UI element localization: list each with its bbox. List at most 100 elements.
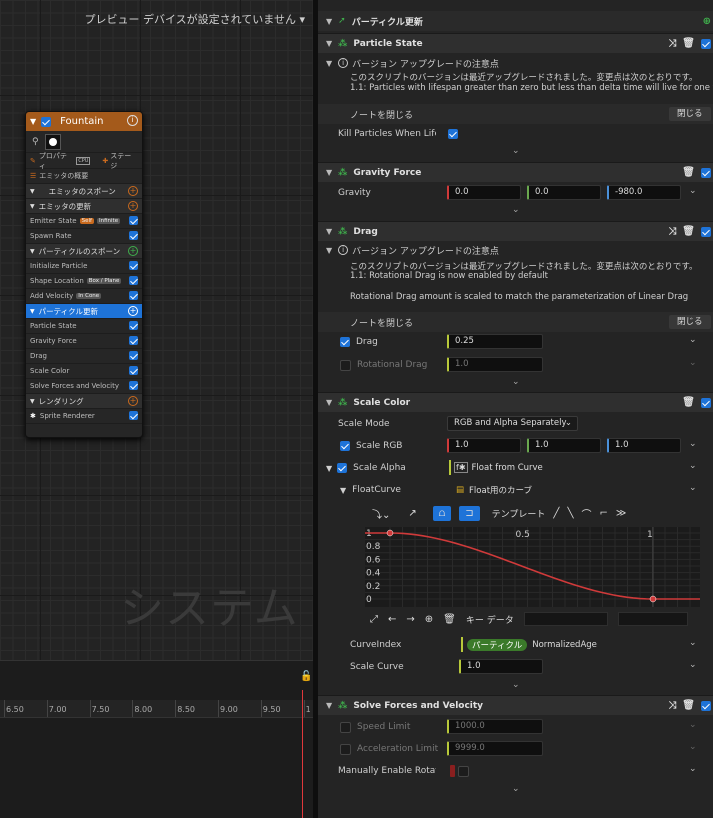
node-row-checkbox[interactable]: [129, 351, 138, 360]
tab-stage[interactable]: ステージ: [110, 151, 138, 171]
add-stage-icon[interactable]: ✚: [102, 157, 108, 165]
node-row[interactable]: ☰ エミッタの概要: [26, 169, 142, 184]
delete-icon[interactable]: 🗑: [682, 167, 695, 178]
module-header-solve-forces[interactable]: ▼ ⁂ Solve Forces and Velocity ⤨ 🗑: [318, 695, 713, 715]
previous-key-icon[interactable]: ←: [388, 614, 396, 625]
module-enabled-checkbox[interactable]: [701, 167, 711, 178]
curve-index-input[interactable]: パーティクル NormalizedAge: [461, 637, 597, 652]
preview-device-dropdown[interactable]: プレビュー デバイスが設定されていません ▾: [84, 11, 305, 27]
key-data-field-2[interactable]: [617, 612, 688, 626]
version-note-header[interactable]: ▼ i バージョン アップグレードの注意点: [318, 56, 713, 70]
add-module-icon[interactable]: +: [128, 396, 138, 406]
chevron-down-icon[interactable]: ⌄: [689, 461, 697, 471]
scale-rgb-b-field[interactable]: 1.0: [607, 438, 681, 453]
collapse-arrow-icon[interactable]: ▼: [326, 701, 332, 710]
node-row-checkbox[interactable]: [129, 366, 138, 375]
node-row[interactable]: ▼ レンダリング +: [26, 394, 142, 409]
gravity-y-field[interactable]: 0.0: [527, 185, 601, 200]
rotational-drag-checkbox[interactable]: [340, 359, 351, 371]
curve-mode-user-icon[interactable]: ⊐: [459, 505, 480, 521]
collapse-arrow-icon[interactable]: ▼: [30, 188, 35, 195]
collapse-arrow-icon[interactable]: ▼: [326, 246, 332, 255]
system-graph-canvas[interactable]: プレビュー デバイスが設定されていません ▾ システム ▼ Fountain i…: [0, 0, 313, 660]
add-module-icon[interactable]: +: [128, 186, 138, 196]
node-row-checkbox[interactable]: [129, 276, 138, 285]
expand-advanced-chevron-icon[interactable]: ⌄: [512, 680, 520, 690]
float-curve-asset[interactable]: ▤ Float用のカーブ: [456, 482, 532, 497]
module-enabled-checkbox[interactable]: [701, 700, 711, 711]
node-row-checkbox[interactable]: [129, 336, 138, 345]
lock-icon[interactable]: 🔓: [300, 671, 312, 682]
add-key-icon[interactable]: ⊕: [425, 614, 433, 625]
info-icon[interactable]: i: [127, 115, 138, 126]
collapse-arrow-icon[interactable]: ▼: [326, 398, 332, 407]
node-row-checkbox[interactable]: [129, 381, 138, 390]
node-row[interactable]: Initialize Particle: [26, 259, 142, 274]
chevron-down-icon[interactable]: ⌄: [689, 742, 697, 752]
curve-template-linear-icon[interactable]: ╱: [553, 508, 559, 519]
node-row[interactable]: ✱ Sprite Renderer: [26, 409, 142, 424]
drag-value-field[interactable]: 0.25: [447, 334, 543, 349]
module-enabled-checkbox[interactable]: [701, 397, 711, 408]
module-header-particle-state[interactable]: ▼ ⁂ Particle State ⤨ 🗑: [318, 33, 713, 53]
chevron-down-icon[interactable]: ⌄: [689, 439, 697, 449]
node-row-checkbox[interactable]: [129, 216, 138, 225]
shuffle-icon[interactable]: ⤨: [668, 700, 676, 711]
node-row-checkbox[interactable]: [129, 231, 138, 240]
chevron-down-icon[interactable]: ⌄: [689, 483, 697, 493]
delete-icon[interactable]: 🗑: [682, 700, 695, 711]
speed-limit-checkbox[interactable]: [340, 721, 351, 733]
float-curve-graph[interactable]: 1 0.8 0.6 0.4 0.2 0 0.5 1: [365, 527, 700, 607]
chevron-down-icon[interactable]: ⌄: [689, 186, 697, 196]
timeline-ruler[interactable]: 6.50 7.00 7.50 8.00 8.50 9.00 9.50 1: [0, 700, 313, 718]
scale-alpha-input[interactable]: f✱ Float from Curve: [449, 460, 543, 475]
node-row[interactable]: Add Velocity In Cone: [26, 289, 142, 304]
close-note-button[interactable]: 閉じる: [669, 107, 711, 121]
node-row[interactable]: ▼ パーティクルのスポーン +: [26, 244, 142, 259]
node-row[interactable]: Gravity Force: [26, 334, 142, 349]
node-row-checkbox[interactable]: [129, 321, 138, 330]
curve-template-ease-out-icon[interactable]: ⌒: [581, 506, 591, 521]
expand-advanced-chevron-icon[interactable]: ⌄: [512, 784, 520, 794]
more-chevron-icon[interactable]: ≫: [616, 508, 626, 519]
chevron-down-icon[interactable]: ⌄: [689, 638, 697, 648]
node-row[interactable]: Drag: [26, 349, 142, 364]
key-data-field[interactable]: [523, 612, 608, 626]
collapse-arrow-icon[interactable]: ▼: [326, 464, 332, 473]
collapse-arrow-icon[interactable]: ▼: [30, 398, 35, 405]
curve-key-point[interactable]: [649, 595, 657, 603]
fit-view-icon[interactable]: ⤢: [370, 614, 378, 625]
delete-key-icon[interactable]: 🗑: [443, 614, 456, 625]
collapse-arrow-icon[interactable]: ▼: [326, 59, 332, 68]
speed-limit-field[interactable]: 1000.0: [447, 719, 543, 734]
module-header-drag[interactable]: ▼ ⁂ Drag ⤨ 🗑: [318, 221, 713, 241]
gravity-z-field[interactable]: -980.0: [607, 185, 681, 200]
delete-icon[interactable]: 🗑: [682, 226, 695, 237]
collapse-arrow-icon[interactable]: ▼: [326, 168, 332, 177]
acceleration-limit-checkbox[interactable]: [340, 743, 351, 755]
add-module-icon[interactable]: +: [128, 246, 138, 256]
drag-checkbox[interactable]: [340, 337, 350, 347]
chevron-down-icon[interactable]: ⌄: [689, 335, 697, 345]
expand-advanced-chevron-icon[interactable]: ⌄: [512, 377, 520, 387]
node-row[interactable]: ▼ エミッタの更新 +: [26, 199, 142, 214]
scale-rgb-g-field[interactable]: 1.0: [527, 438, 601, 453]
collapse-arrow-icon[interactable]: ▼: [326, 17, 332, 26]
collapse-arrow-icon[interactable]: ▼: [30, 117, 36, 126]
node-row[interactable]: ▼ パーティクル更新 +: [26, 304, 142, 319]
emitter-node-header[interactable]: ▼ Fountain i: [26, 112, 142, 131]
gravity-x-field[interactable]: 0.0: [447, 185, 521, 200]
open-external-icon[interactable]: ↗: [408, 508, 416, 519]
delete-icon[interactable]: 🗑: [682, 397, 695, 408]
next-key-icon[interactable]: →: [406, 614, 414, 625]
module-enabled-checkbox[interactable]: [701, 38, 711, 49]
acceleration-limit-field[interactable]: 9999.0: [447, 741, 543, 756]
collapse-arrow-icon[interactable]: ▼: [30, 308, 35, 315]
close-note-button[interactable]: 閉じる: [669, 315, 711, 329]
scale-curve-field[interactable]: 1.0: [459, 659, 543, 674]
curve-options-icon[interactable]: ⤵⌄: [372, 506, 390, 521]
emitter-node-fountain[interactable]: ▼ Fountain i ⚲ ✎ プロパティ CPU ✚ ステージ ☰ エミッタの…: [25, 111, 143, 438]
scale-rgb-checkbox[interactable]: [340, 441, 350, 451]
node-row[interactable]: Emitter State Self Infinite: [26, 214, 142, 229]
timeline-panel[interactable]: [0, 660, 313, 818]
